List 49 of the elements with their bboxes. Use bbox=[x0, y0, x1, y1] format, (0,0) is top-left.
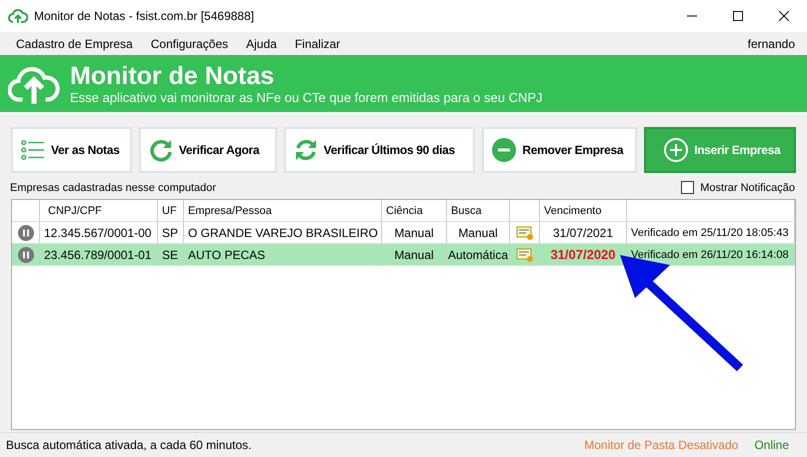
minus-circle-icon bbox=[492, 138, 516, 162]
table-cell: Verificado em 25/11/20 18:05:43 bbox=[627, 222, 795, 243]
plus-circle-icon bbox=[664, 138, 688, 162]
maximize-icon[interactable] bbox=[733, 11, 743, 21]
certificate-icon[interactable] bbox=[516, 224, 534, 240]
menu-item[interactable]: Finalizar bbox=[294, 36, 340, 50]
user-name: fernando bbox=[748, 36, 796, 50]
column-header[interactable]: Vencimento bbox=[540, 200, 627, 221]
list-caption: Empresas cadastradas nesse computador bbox=[10, 182, 216, 194]
table-cell: O GRANDE VAREJO BRASILEIRO bbox=[184, 222, 382, 243]
menu-item[interactable]: Configurações bbox=[150, 36, 228, 50]
pause-icon[interactable] bbox=[18, 224, 34, 240]
sync-icon bbox=[294, 138, 318, 162]
certificate-icon[interactable] bbox=[516, 246, 534, 262]
close-icon[interactable] bbox=[779, 11, 789, 21]
table-cell: Manual bbox=[447, 222, 510, 243]
column-header[interactable]: Empresa/Pessoa bbox=[184, 200, 382, 221]
status-message: Busca automática ativada, a cada 60 minutos. bbox=[6, 438, 252, 452]
toolbar-button[interactable]: Remover Empresa bbox=[482, 127, 638, 173]
table-row[interactable]: 23.456.789/0001-01 SE AUTO PECAS Manual Automática 31/07/2020 Verificado em 26/11/20 16:14:08 bbox=[12, 244, 795, 266]
menu-item[interactable]: Cadastro de Empresa bbox=[16, 36, 133, 50]
window-title: Monitor de Notas - fsist.com.br [5469888] bbox=[34, 9, 254, 23]
list-icon bbox=[21, 138, 45, 162]
table-cell: Manual bbox=[382, 222, 447, 243]
toolbar-button[interactable]: Verificar Últimos 90 dias bbox=[284, 127, 476, 173]
column-header[interactable]: Ciência bbox=[382, 200, 447, 221]
pause-icon[interactable] bbox=[18, 246, 34, 262]
table-cell: 31/07/2021 bbox=[540, 222, 627, 243]
toolbar-button[interactable]: Ver as Notas bbox=[11, 127, 132, 173]
table-cell: SP bbox=[158, 222, 184, 243]
app-subtitle: Esse aplicativo vai monitorar as NFe ou CTe que forem emitidas para o seu CNPJ bbox=[70, 90, 543, 105]
table-cell: 12.345.567/0001-00 bbox=[40, 222, 158, 243]
folder-monitor-status: Monitor de Pasta Desativado bbox=[584, 438, 740, 452]
column-header[interactable]: UF bbox=[158, 200, 184, 221]
column-header[interactable]: Busca bbox=[447, 200, 510, 221]
table-cell: Manual bbox=[382, 244, 447, 265]
checkbox[interactable] bbox=[681, 181, 694, 194]
toolbar-button[interactable]: Verificar Agora bbox=[138, 127, 277, 173]
menu-item[interactable]: Ajuda bbox=[246, 36, 277, 50]
table-cell: AUTO PECAS bbox=[184, 244, 382, 265]
connection-status: Online bbox=[754, 438, 790, 452]
column-header[interactable]: CNPJ/CPF bbox=[40, 200, 158, 221]
checkbox-label: Mostrar Notificação bbox=[700, 182, 795, 194]
table-cell: 23.456.789/0001-01 bbox=[40, 244, 158, 265]
table-cell: Automática bbox=[447, 244, 510, 265]
table-cell: SE bbox=[158, 244, 184, 265]
refresh-icon bbox=[148, 138, 173, 162]
app-title: Monitor de Notas bbox=[70, 62, 276, 90]
cloud-upload-icon bbox=[8, 8, 28, 24]
